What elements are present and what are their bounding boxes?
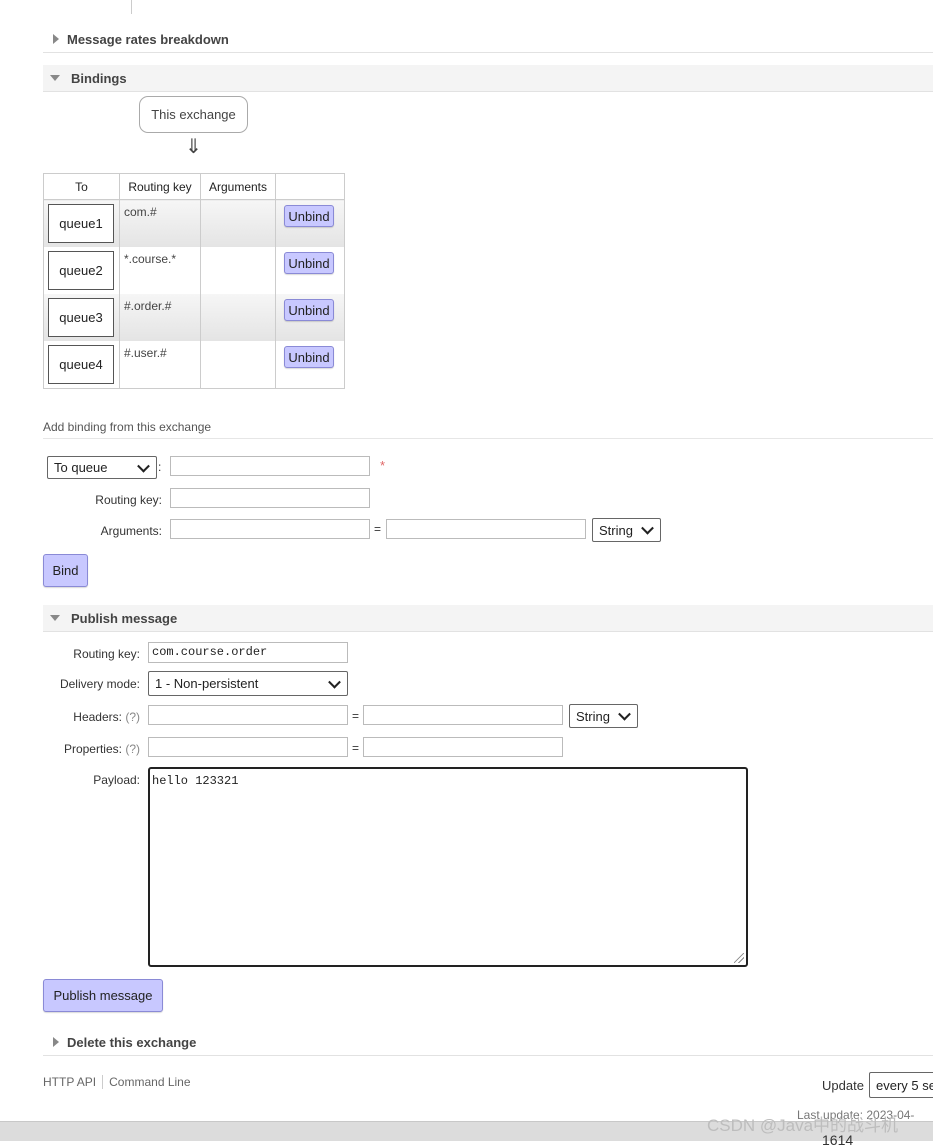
routing-key-label: Routing key: [95,493,162,507]
update-interval-select[interactable]: every 5 se [869,1072,933,1098]
destination-input[interactable] [170,456,370,476]
arguments-cell [200,294,276,341]
argument-type-value: String [599,522,633,538]
table-row: queue4 #.user.# Unbind [43,341,345,389]
chevron-down-icon [137,459,150,473]
collapse-triangle-icon [50,615,60,621]
header-value-input[interactable] [363,705,563,725]
down-arrow-icon: ⇓ [185,136,202,158]
arguments-label: Arguments: [100,524,162,538]
header-type-value: String [576,708,610,724]
queue-link[interactable]: queue2 [48,251,114,290]
queue-link[interactable]: queue1 [48,204,114,243]
headers-label: Headers: [73,710,122,724]
arguments-cell [200,199,276,247]
colon-label: : [158,460,162,474]
section-title: Publish message [71,610,178,626]
property-value-input[interactable] [363,737,563,757]
routing-key-cell: *.course.* [124,252,177,266]
expand-triangle-icon [53,34,59,44]
argument-value-input[interactable] [386,519,586,539]
footer-separator [102,1075,104,1089]
routing-key-cell: #.user.# [124,346,167,360]
delivery-mode-select[interactable]: 1 - Non-persistent [148,671,348,696]
section-message-rates[interactable]: Message rates breakdown [43,26,933,53]
publish-routing-key-input[interactable]: com.course.order [148,642,348,663]
collapse-triangle-icon [50,75,60,81]
col-actions [275,173,345,200]
queue-link[interactable]: queue3 [48,298,114,337]
col-to: To [43,173,120,200]
unbind-button[interactable]: Unbind [284,205,334,227]
routing-key-cell: #.order.# [124,299,172,313]
arguments-cell [200,247,276,294]
add-binding-heading: Add binding from this exchange [43,420,933,439]
http-api-link[interactable]: HTTP API [43,1075,96,1089]
unbind-button[interactable]: Unbind [284,299,334,321]
argument-type-select[interactable]: String [592,518,661,542]
equals-sign: = [352,741,360,755]
section-title: Bindings [71,70,127,86]
this-exchange-box: This exchange [139,96,248,133]
payload-text: hello 123321 [152,774,239,788]
chevron-down-icon [641,521,654,535]
property-key-input[interactable] [148,737,348,757]
destination-type-select[interactable]: To queue [47,456,157,479]
binding-routing-key-input[interactable] [170,488,370,508]
top-divider [131,0,132,14]
section-bindings[interactable]: Bindings [43,65,933,92]
argument-key-input[interactable] [170,519,370,539]
delivery-mode-value: 1 - Non-persistent [155,676,259,691]
headers-label-group: Headers: (?) [40,710,140,724]
section-title: Delete this exchange [67,1034,197,1050]
headers-help-link[interactable]: (?) [125,710,140,724]
arguments-cell [200,341,276,389]
properties-help-link[interactable]: (?) [125,742,140,756]
chevron-down-icon [328,675,341,689]
this-exchange-label: This exchange [151,107,236,122]
table-header-row: To Routing key Arguments [43,173,345,200]
publish-message-button[interactable]: Publish message [43,979,163,1012]
update-label: Update [822,1078,864,1093]
equals-sign: = [374,522,382,536]
table-row: queue2 *.course.* Unbind [43,247,345,294]
col-arguments: Arguments [200,173,276,200]
properties-label-group: Properties: (?) [40,742,140,756]
equals-sign: = [352,709,360,723]
section-publish-message[interactable]: Publish message [43,605,933,632]
table-row: queue3 #.order.# Unbind [43,294,345,341]
payload-textarea[interactable]: hello 123321 [148,767,748,967]
section-delete-exchange[interactable]: Delete this exchange [43,1029,933,1056]
unbind-button[interactable]: Unbind [284,252,334,274]
col-routing-key: Routing key [119,173,201,200]
header-key-input[interactable] [148,705,348,725]
watermark: CSDN @Java中的战斗机 [707,1116,899,1135]
properties-label: Properties: [63,742,122,756]
destination-type-value: To queue [54,460,108,475]
required-marker: * [380,458,386,473]
bind-button[interactable]: Bind [43,554,88,587]
routing-key-cell: com.# [124,205,157,219]
update-interval-value: every 5 se [876,1077,933,1093]
chevron-down-icon [618,707,631,721]
expand-triangle-icon [53,1037,59,1047]
footer-links: HTTP API Command Line [43,1075,191,1089]
table-row: queue1 com.# Unbind [43,199,345,247]
publish-routing-key-label: Routing key: [73,647,140,661]
resize-grip-icon[interactable] [734,953,744,963]
command-line-link[interactable]: Command Line [109,1075,190,1089]
queue-link[interactable]: queue4 [48,345,114,384]
header-type-select[interactable]: String [569,704,638,728]
delivery-mode-label: Delivery mode: [59,677,140,691]
payload-label: Payload: [93,773,140,787]
section-title: Message rates breakdown [67,31,229,47]
unbind-button[interactable]: Unbind [284,346,334,368]
bindings-table: To Routing key Arguments queue1 com.# Un… [43,173,345,389]
